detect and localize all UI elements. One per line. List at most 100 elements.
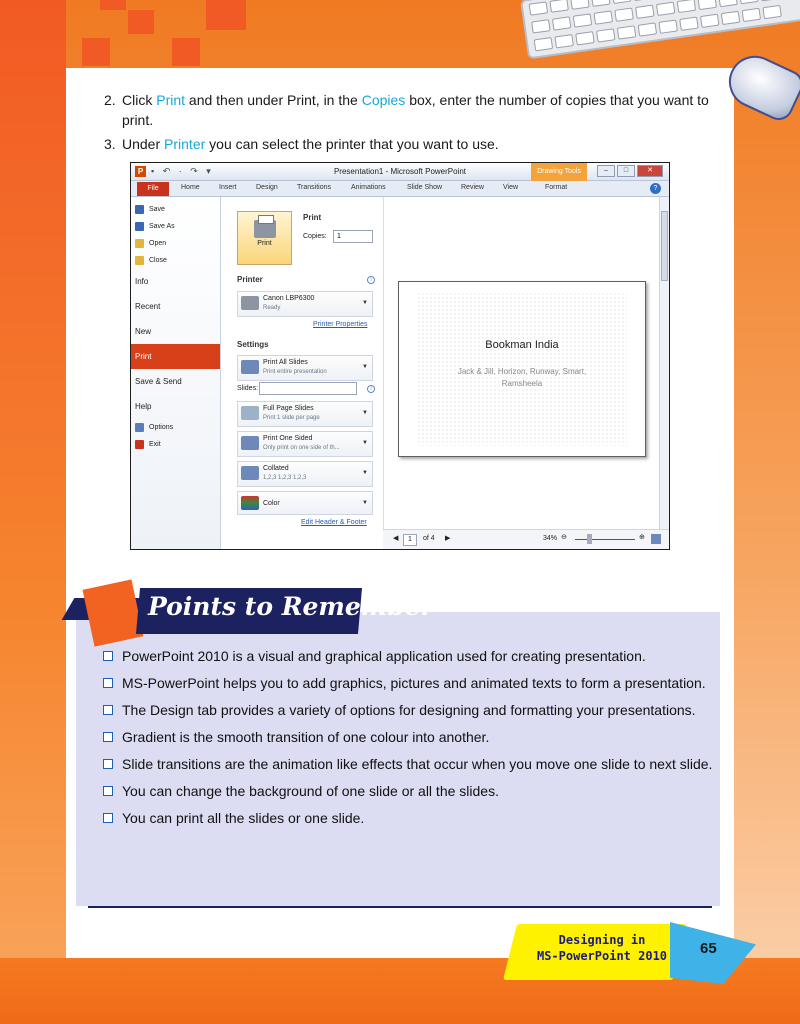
slide-title: Bookman India xyxy=(485,339,559,351)
printer-dropdown[interactable]: Canon LBP6300 Ready ▼ xyxy=(237,291,373,317)
options-icon xyxy=(135,423,144,432)
list-item: Slide transitions are the animation like… xyxy=(103,754,713,775)
print-button[interactable]: Print xyxy=(237,211,292,265)
backstage-item-options[interactable]: Options xyxy=(131,419,220,436)
sides-dropdown[interactable]: Print One Sided Only print on one side o… xyxy=(237,431,373,457)
chevron-down-icon: ▼ xyxy=(362,300,368,306)
slides-label: Slides: xyxy=(237,385,259,392)
tab-insert[interactable]: Insert xyxy=(219,184,237,191)
one-sided-icon xyxy=(241,436,259,450)
collated-icon xyxy=(241,466,259,480)
tab-transitions[interactable]: Transitions xyxy=(297,184,331,191)
backstage-item-open[interactable]: Open xyxy=(131,235,220,252)
slides-input[interactable] xyxy=(259,382,357,395)
tab-format[interactable]: Format xyxy=(545,184,567,191)
backstage-menu: Save Save As Open Close Info Recent New … xyxy=(131,197,221,549)
printer-icon xyxy=(253,215,276,238)
tab-home[interactable]: Home xyxy=(181,184,200,191)
decor-square xyxy=(100,0,126,10)
backstage-item-save-send[interactable]: Save & Send xyxy=(131,369,220,394)
chevron-down-icon: ▼ xyxy=(362,440,368,446)
decor-square xyxy=(82,38,110,66)
instruction-step: 3. Under Printer you can select the prin… xyxy=(104,134,716,154)
backstage-item-close[interactable]: Close xyxy=(131,252,220,269)
decor-square xyxy=(172,38,200,66)
prev-page-icon[interactable]: ◀ xyxy=(393,534,398,542)
folder-open-icon xyxy=(135,239,144,248)
list-item: You can change the background of one sli… xyxy=(103,781,713,802)
instruction-steps: 2. Click Print and then under Print, in … xyxy=(104,90,716,158)
scrollbar-thumb[interactable] xyxy=(661,211,668,281)
print-preview: Bookman India Jack & Jill, Horizon, Runw… xyxy=(383,197,659,529)
slide-subtitle: Jack & Jill, Horizon, Runway, Smart, Ram… xyxy=(457,367,587,388)
next-page-icon[interactable]: ▶ xyxy=(445,534,450,542)
left-decor-strip xyxy=(0,0,66,1024)
tab-animations[interactable]: Animations xyxy=(351,184,386,191)
copies-input[interactable]: 1 xyxy=(333,230,373,243)
zoom-level: 34% xyxy=(543,535,558,542)
zoom-out-icon[interactable]: ⊖ xyxy=(561,533,567,541)
info-icon[interactable]: i xyxy=(367,276,375,284)
help-icon[interactable]: ? xyxy=(650,183,661,194)
step-number: 3. xyxy=(104,136,116,152)
tab-file[interactable]: File xyxy=(137,182,169,196)
print-settings-pane: Print Print Copies: 1 Printer i Canon LB… xyxy=(231,207,381,549)
chevron-down-icon: ▼ xyxy=(362,500,368,506)
backstage-item-recent[interactable]: Recent xyxy=(131,294,220,319)
decor-square xyxy=(128,10,154,34)
info-icon[interactable]: i xyxy=(367,385,375,393)
keyword-copies: Copies xyxy=(361,92,406,108)
tab-view[interactable]: View xyxy=(503,184,518,191)
folder-close-icon xyxy=(135,256,144,265)
keyword-printer: Printer xyxy=(164,136,206,152)
edit-header-footer-link[interactable]: Edit Header & Footer xyxy=(301,519,367,526)
contextual-tab-drawing-tools: Drawing Tools xyxy=(531,163,587,181)
tab-design[interactable]: Design xyxy=(256,184,278,191)
list-item: You can print all the slides or one slid… xyxy=(103,808,713,829)
close-button[interactable]: ✕ xyxy=(637,165,663,177)
page-number-input[interactable]: 1 xyxy=(403,534,417,546)
print-section-title: Print xyxy=(303,213,322,222)
step-text: Under Printer you can select the printer… xyxy=(122,136,499,152)
color-dropdown[interactable]: Color ▼ xyxy=(237,491,373,515)
exit-icon xyxy=(135,440,144,449)
backstage-item-exit[interactable]: Exit xyxy=(131,436,220,453)
printer-properties-link[interactable]: Printer Properties xyxy=(313,321,367,328)
maximize-button[interactable]: □ xyxy=(617,165,635,177)
zoom-in-icon[interactable]: ⊕ xyxy=(639,533,645,541)
ribbon-tabs: File Home Insert Design Transitions Anim… xyxy=(131,181,669,197)
printer-section-title: Printer xyxy=(237,275,263,284)
window-controls: – □ ✕ xyxy=(597,165,663,177)
checkbox-bullet-icon xyxy=(103,651,113,661)
copies-label: Copies: xyxy=(303,233,327,240)
print-range-dropdown[interactable]: Print All Slides Print entire presentati… xyxy=(237,355,373,381)
printer-icon xyxy=(241,296,259,310)
checkbox-bullet-icon xyxy=(103,813,113,823)
list-item: PowerPoint 2010 is a visual and graphica… xyxy=(103,646,713,667)
vertical-scrollbar[interactable] xyxy=(659,197,669,529)
zoom-slider-thumb[interactable] xyxy=(587,534,592,544)
backstage-item-info[interactable]: Info xyxy=(131,269,220,294)
collation-dropdown[interactable]: Collated 1,2,3 1,2,3 1,2,3 ▼ xyxy=(237,461,373,487)
backstage-item-new[interactable]: New xyxy=(131,319,220,344)
backstage-item-print[interactable]: Print xyxy=(131,344,220,369)
page-count: of 4 xyxy=(423,535,435,542)
layout-dropdown[interactable]: Full Page Slides Print 1 slide per page … xyxy=(237,401,373,427)
backstage-item-help[interactable]: Help xyxy=(131,394,220,419)
tab-slide-show[interactable]: Slide Show xyxy=(407,184,442,191)
tab-review[interactable]: Review xyxy=(461,184,484,191)
full-page-icon xyxy=(241,406,259,420)
save-as-icon xyxy=(135,222,144,231)
divider-line xyxy=(88,906,712,908)
save-icon xyxy=(135,205,144,214)
checkbox-bullet-icon xyxy=(103,732,113,742)
keyword-print: Print xyxy=(156,92,186,108)
powerpoint-screenshot: P ▪ ↶ · ↷ ▾ Presentation1 - Microsoft Po… xyxy=(130,162,670,550)
backstage-item-save[interactable]: Save xyxy=(131,201,220,218)
backstage-item-save-as[interactable]: Save As xyxy=(131,218,220,235)
points-list: PowerPoint 2010 is a visual and graphica… xyxy=(103,646,713,835)
page-number: 65 xyxy=(700,940,717,957)
minimize-button[interactable]: – xyxy=(597,165,615,177)
fit-page-icon[interactable] xyxy=(651,534,661,544)
zoom-slider[interactable] xyxy=(575,539,635,540)
